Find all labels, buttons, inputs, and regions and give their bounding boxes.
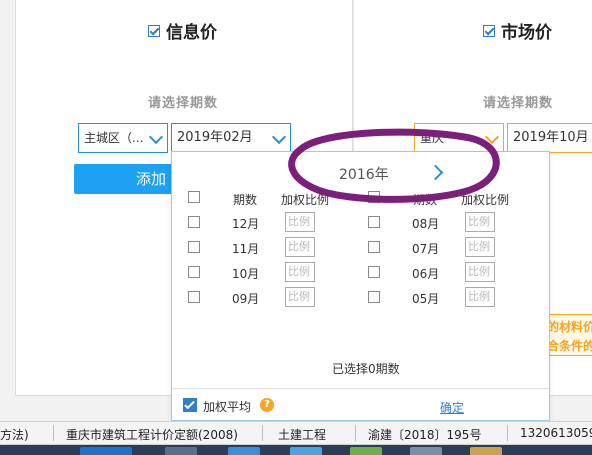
col-ratio-right: 加权比例 bbox=[461, 193, 510, 207]
status-bar: 方法) 重庆市建筑工程计价定额(2008) 土建工程 渝建〔2018〕195号 … bbox=[0, 421, 592, 445]
info-price-hint: 请选择期数 bbox=[148, 96, 219, 111]
ratio-input[interactable]: 比例 bbox=[465, 287, 495, 307]
status-divider bbox=[355, 425, 356, 441]
taskbar-button[interactable] bbox=[410, 447, 442, 455]
weighted-average-label: 加权平均 bbox=[203, 400, 252, 414]
period-checkbox[interactable] bbox=[368, 291, 380, 303]
year-label: 2016年 bbox=[339, 167, 389, 183]
period-select-value: 2019年02月 bbox=[177, 130, 253, 145]
period-checkbox[interactable] bbox=[188, 241, 200, 253]
period-month: 08月 bbox=[412, 217, 440, 231]
col-period-right: 期数 bbox=[413, 193, 438, 207]
market-price-checkbox[interactable] bbox=[483, 24, 495, 37]
taskbar-button[interactable] bbox=[228, 447, 260, 455]
period-select[interactable]: 2019年02月 bbox=[171, 123, 291, 153]
dropdown-footer: 加权平均 ? 确定 bbox=[172, 388, 549, 421]
period-month: 07月 bbox=[412, 242, 440, 256]
help-icon[interactable]: ? bbox=[260, 398, 274, 412]
period-month: 09月 bbox=[232, 292, 260, 306]
taskbar-button[interactable] bbox=[165, 447, 197, 455]
ratio-input[interactable]: 比例 bbox=[285, 287, 315, 307]
status-quota: 重庆市建筑工程计价定额(2008) bbox=[66, 428, 238, 442]
confirm-link[interactable]: 确定 bbox=[440, 399, 464, 416]
ratio-input[interactable]: 比例 bbox=[285, 237, 315, 257]
period-checkbox[interactable] bbox=[368, 216, 380, 228]
period-month: 06月 bbox=[412, 267, 440, 281]
select-all-right-checkbox[interactable] bbox=[368, 191, 380, 203]
selected-count: 已选择0期数 bbox=[332, 362, 400, 376]
period-checkbox[interactable] bbox=[368, 241, 380, 253]
period-dropdown: 2016年 期数 加权比例 期数 加权比例 12月 比例 11月 比例 10月 … bbox=[171, 151, 550, 421]
info-price-checkbox[interactable] bbox=[148, 24, 160, 37]
market-region-select[interactable]: 重庆 bbox=[414, 123, 504, 153]
chevron-right-icon[interactable] bbox=[427, 164, 444, 181]
market-region-select-value: 重庆 bbox=[420, 131, 445, 145]
status-divider bbox=[53, 425, 54, 441]
chevron-down-icon bbox=[148, 129, 164, 145]
market-price-hint: 请选择期数 bbox=[483, 96, 554, 111]
taskbar-button[interactable] bbox=[350, 447, 382, 455]
taskbar bbox=[0, 445, 592, 455]
period-checkbox[interactable] bbox=[368, 266, 380, 278]
market-price-title-text: 市场价 bbox=[501, 23, 552, 43]
info-price-title: 信息价 bbox=[148, 18, 217, 43]
market-price-title: 市场价 bbox=[483, 18, 552, 43]
weighted-average-checkbox[interactable] bbox=[183, 398, 197, 412]
period-month: 12月 bbox=[232, 217, 260, 231]
status-type: 土建工程 bbox=[278, 428, 327, 442]
ratio-input[interactable]: 比例 bbox=[465, 237, 495, 257]
period-month: 11月 bbox=[232, 242, 260, 256]
period-month: 10月 bbox=[232, 267, 260, 281]
status-divider bbox=[262, 425, 263, 441]
chevron-down-icon bbox=[271, 129, 287, 145]
info-price-title-text: 信息价 bbox=[166, 23, 217, 43]
period-checkbox[interactable] bbox=[188, 266, 200, 278]
ratio-input[interactable]: 比例 bbox=[285, 212, 315, 232]
ratio-input[interactable]: 比例 bbox=[465, 212, 495, 232]
col-period-left: 期数 bbox=[233, 193, 258, 207]
material-note-line1: 的材料价 bbox=[547, 320, 592, 334]
period-checkbox[interactable] bbox=[188, 291, 200, 303]
period-checkbox[interactable] bbox=[188, 216, 200, 228]
col-ratio-left: 加权比例 bbox=[281, 193, 330, 207]
status-doc: 渝建〔2018〕195号 bbox=[368, 428, 482, 442]
select-all-left-checkbox[interactable] bbox=[188, 191, 200, 203]
taskbar-button[interactable] bbox=[470, 447, 502, 455]
period-month: 05月 bbox=[412, 292, 440, 306]
ratio-input[interactable]: 比例 bbox=[465, 262, 495, 282]
market-period-select-value: 2019年10月 bbox=[513, 130, 589, 145]
status-method: 方法) bbox=[0, 428, 29, 442]
taskbar-button[interactable] bbox=[290, 447, 322, 455]
region-select-value: 主城区（... bbox=[84, 131, 144, 145]
taskbar-button[interactable] bbox=[80, 447, 132, 455]
market-period-select[interactable]: 2019年10月 bbox=[507, 123, 592, 153]
status-code: 13206130590 bbox=[520, 426, 592, 440]
ratio-input[interactable]: 比例 bbox=[285, 262, 315, 282]
status-divider bbox=[507, 425, 508, 441]
material-note-line2: 合条件的 bbox=[547, 339, 592, 353]
region-select[interactable]: 主城区（... bbox=[78, 123, 168, 153]
chevron-down-icon bbox=[484, 129, 500, 145]
